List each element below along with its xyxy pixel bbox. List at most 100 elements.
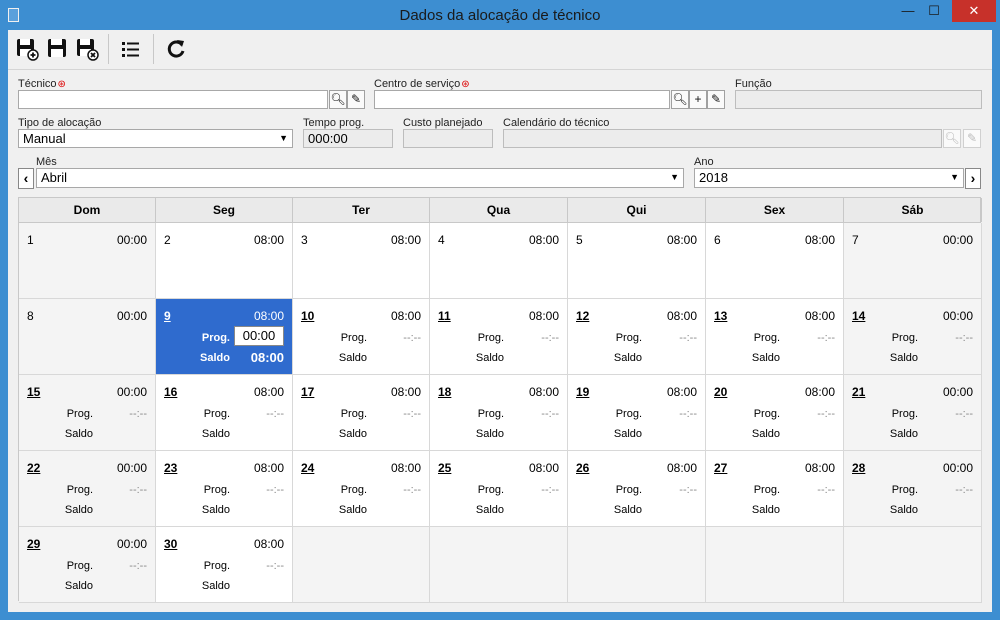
calendar-grid: Dom Seg Ter Qua Qui Sex Sáb 1 00:00 2 08:00 3 08:00… [18,197,982,603]
day-number[interactable]: 10 [301,309,314,323]
day-number[interactable]: 24 [301,461,314,475]
calendar-day-cell[interactable]: 19 08:00 Prog. Saldo --:-- [568,375,706,451]
day-hours: 08:00 [528,233,559,247]
prog-label: Prog. [203,560,230,572]
calendar-day-cell[interactable]: 1 00:00 [19,223,156,299]
prog-label: Prog. [340,408,367,420]
saldo-label: Saldo [64,504,93,516]
calendar-day-cell[interactable]: 2 08:00 [156,223,293,299]
close-button[interactable]: ✕ [952,0,996,22]
calendar-day-cell[interactable]: 30 08:00 Prog. Saldo --:-- [156,527,293,603]
calendar-day-cell[interactable]: 15 00:00 Prog. Saldo --:-- [19,375,156,451]
calendario-search-button[interactable]: 🔍︎ [943,129,961,148]
tipo-alocacao-select[interactable]: Manual ▼ [18,129,293,148]
day-number: 2 [164,233,171,247]
calendar-day-cell[interactable]: 26 08:00 Prog. Saldo --:-- [568,451,706,527]
calendar-day-cell[interactable]: 3 08:00 [293,223,430,299]
calendar-day-cell[interactable]: 18 08:00 Prog. Saldo --:-- [430,375,568,451]
centro-servico-search-button[interactable]: 🔍︎ [671,90,689,109]
centro-servico-clear-button[interactable]: ✎ [707,90,725,109]
calendar-day-cell[interactable]: 20 08:00 Prog. Saldo --:-- [706,375,844,451]
calendar-day-cell[interactable]: 21 00:00 Prog. Saldo --:-- [844,375,982,451]
previous-month-button[interactable]: ‹ [18,168,34,189]
minimize-button[interactable]: — [896,0,920,22]
day-number[interactable]: 29 [27,537,40,551]
day-number[interactable]: 22 [27,461,40,475]
calendar-day-cell[interactable]: 8 00:00 [19,299,156,375]
prog-label: Prog. [891,408,918,420]
calendar-day-cell[interactable]: 14 00:00 Prog. Saldo --:-- [844,299,982,375]
day-number[interactable]: 11 [438,309,451,323]
refresh-button[interactable] [163,36,189,62]
calendar-empty-cell [568,527,706,603]
centro-servico-input[interactable] [374,90,670,109]
calendar-day-cell[interactable]: 11 08:00 Prog. Saldo --:-- [430,299,568,375]
saldo-label: Saldo [338,428,367,440]
day-number[interactable]: 23 [164,461,177,475]
day-number[interactable]: 21 [852,385,865,399]
save-close-button[interactable] [74,36,100,62]
day-number[interactable]: 19 [576,385,589,399]
ano-select[interactable]: 2018 ▼ [694,168,964,188]
calendar-day-cell[interactable]: 9 08:00 Prog. Saldo 00:00 08:00 [156,299,293,375]
tecnico-clear-button[interactable]: ✎ [347,90,365,109]
day-number[interactable]: 12 [576,309,589,323]
calendar-day-cell[interactable]: 5 08:00 [568,223,706,299]
calendar-day-cell[interactable]: 13 08:00 Prog. Saldo --:-- [706,299,844,375]
day-number[interactable]: 27 [714,461,727,475]
day-number[interactable]: 25 [438,461,451,475]
calendar-day-cell[interactable]: 16 08:00 Prog. Saldo --:-- [156,375,293,451]
mes-select[interactable]: Abril ▼ [36,168,684,188]
search-icon: 🔍︎ [672,92,688,106]
day-number[interactable]: 13 [714,309,727,323]
day-number[interactable]: 15 [27,385,40,399]
calendar-day-cell[interactable]: 17 08:00 Prog. Saldo --:-- [293,375,430,451]
prog-value: --:-- [817,408,835,420]
next-year-button[interactable]: › [965,168,981,189]
prog-label: Prog. [66,408,93,420]
day-number[interactable]: 14 [852,309,865,323]
day-number[interactable]: 28 [852,461,865,475]
centro-servico-add-button[interactable]: + [689,90,707,109]
title-bar[interactable]: Dados da alocação de técnico — ☐ ✕ [0,0,1000,30]
prog-input[interactable]: 00:00 [234,326,284,346]
list-button[interactable] [118,36,144,62]
day-number[interactable]: 17 [301,385,314,399]
calendar-day-cell[interactable]: 29 00:00 Prog. Saldo --:-- [19,527,156,603]
tecnico-input[interactable] [18,90,328,109]
save-button[interactable] [44,36,70,62]
calendar-day-cell[interactable]: 6 08:00 [706,223,844,299]
required-icon: ⊛ [461,79,470,90]
calendar-day-cell[interactable]: 25 08:00 Prog. Saldo --:-- [430,451,568,527]
day-number[interactable]: 26 [576,461,589,475]
calendar-day-cell[interactable]: 4 08:00 [430,223,568,299]
save-new-button[interactable] [14,36,40,62]
tempo-prog-label: Tempo prog. [303,117,365,129]
calendar-day-cell[interactable]: 23 08:00 Prog. Saldo --:-- [156,451,293,527]
day-number[interactable]: 30 [164,537,177,551]
eraser-icon: ✎ [966,131,978,145]
tipo-alocacao-label: Tipo de alocação [18,117,102,129]
calendario-clear-button[interactable]: ✎ [963,129,981,148]
maximize-button[interactable]: ☐ [922,0,946,22]
day-number[interactable]: 18 [438,385,451,399]
day-number[interactable]: 9 [164,309,171,323]
day-number[interactable]: 20 [714,385,727,399]
calendar-day-cell[interactable]: 27 08:00 Prog. Saldo --:-- [706,451,844,527]
day-number: 6 [714,233,721,247]
calendar-day-cell[interactable]: 7 00:00 [844,223,982,299]
calendar-day-cell[interactable]: 28 00:00 Prog. Saldo --:-- [844,451,982,527]
calendar-day-cell[interactable]: 24 08:00 Prog. Saldo --:-- [293,451,430,527]
saldo-label: Saldo [475,504,504,516]
tecnico-search-button[interactable]: 🔍︎ [329,90,347,109]
saldo-label: Saldo [751,352,780,364]
tecnico-label: Técnico⊛ [18,78,66,90]
calendar-empty-cell [844,527,982,603]
day-number[interactable]: 16 [164,385,177,399]
prog-label: Prog. [477,408,504,420]
calendar-day-cell[interactable]: 12 08:00 Prog. Saldo --:-- [568,299,706,375]
prog-value: --:-- [129,484,147,496]
calendar-day-cell[interactable]: 22 00:00 Prog. Saldo --:-- [19,451,156,527]
calendar-day-cell[interactable]: 10 08:00 Prog. Saldo --:-- [293,299,430,375]
list-icon [122,42,139,57]
